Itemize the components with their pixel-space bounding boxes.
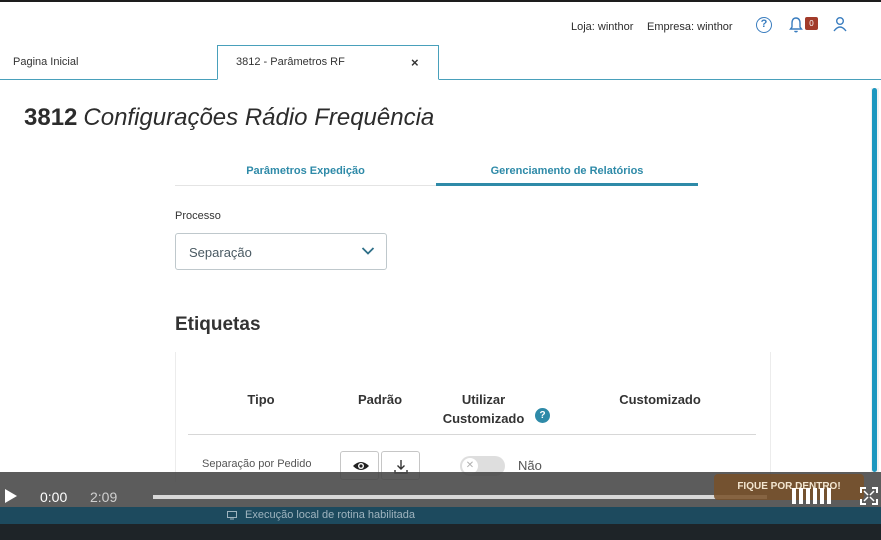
table-cell-tipo: Separação por Pedido <box>202 458 312 470</box>
video-progress-bar[interactable] <box>153 495 767 499</box>
toggle-state-label: Não <box>518 458 542 473</box>
process-select[interactable]: Separação <box>175 233 387 270</box>
video-controls: 0:00 2:09 FIQUE POR DENTRO! <box>0 472 881 507</box>
help-icon[interactable]: ? <box>756 17 772 33</box>
section-title-etiquetas: Etiquetas <box>175 314 261 335</box>
subtab-bar: Parâmetros Expedição Gerenciamento de Re… <box>175 158 698 186</box>
tab-home[interactable]: Pagina Inicial <box>13 56 78 68</box>
chevron-down-icon <box>361 247 375 255</box>
bottom-strip <box>0 524 881 540</box>
close-icon[interactable]: × <box>411 55 419 70</box>
subtab-active-indicator <box>436 183 698 186</box>
app-header: Loja: winthor Empresa: winthor ? 0 <box>0 2 881 46</box>
video-current-time: 0:00 <box>40 489 68 505</box>
scrollbar-thumb[interactable] <box>872 88 877 472</box>
column-header-customizado: Customizado <box>619 392 701 407</box>
promo-banner[interactable]: FIQUE POR DENTRO! <box>714 474 864 500</box>
company-label: Empresa: winthor <box>647 21 733 33</box>
tab-bar: Pagina Inicial 3812 - Parâmetros RF × <box>0 45 881 80</box>
play-icon[interactable] <box>5 489 17 503</box>
tab-parametros-rf[interactable]: 3812 - Parâmetros RF × <box>217 45 439 80</box>
store-label: Loja: winthor <box>571 21 634 33</box>
page-title-text: Configurações Rádio Frequência <box>83 104 435 131</box>
fullscreen-icon[interactable] <box>860 487 878 505</box>
bell-icon[interactable] <box>788 16 804 34</box>
eye-icon <box>353 462 369 470</box>
info-icon[interactable]: ? <box>535 408 550 423</box>
process-label: Processo <box>175 210 221 222</box>
status-text: Execução local de rotina habilitada <box>245 509 416 521</box>
process-select-value: Separação <box>189 245 252 260</box>
column-header-utilizar-customizado: Utilizar Customizado <box>442 392 525 426</box>
column-header-tipo: Tipo <box>247 392 275 407</box>
user-icon[interactable] <box>832 16 848 32</box>
page-title: 3812 Configurações Rádio Frequência <box>24 104 434 132</box>
table-header-divider <box>188 434 756 435</box>
subtab-gerenciamento-relatorios[interactable]: Gerenciamento de Relatórios <box>436 165 698 177</box>
tab-label: 3812 - Parâmetros RF <box>236 56 345 68</box>
subtab-parametros-expedicao[interactable]: Parâmetros Expedição <box>175 165 436 177</box>
page-code: 3812 <box>24 104 78 131</box>
video-duration: 2:09 <box>90 489 118 505</box>
notification-badge: 0 <box>805 17 818 30</box>
volume-icon[interactable] <box>792 488 836 504</box>
column-header-padrao: Padrão <box>357 392 403 407</box>
status-bar: Execução local de rotina habilitada <box>0 507 881 524</box>
monitor-icon <box>227 511 237 520</box>
